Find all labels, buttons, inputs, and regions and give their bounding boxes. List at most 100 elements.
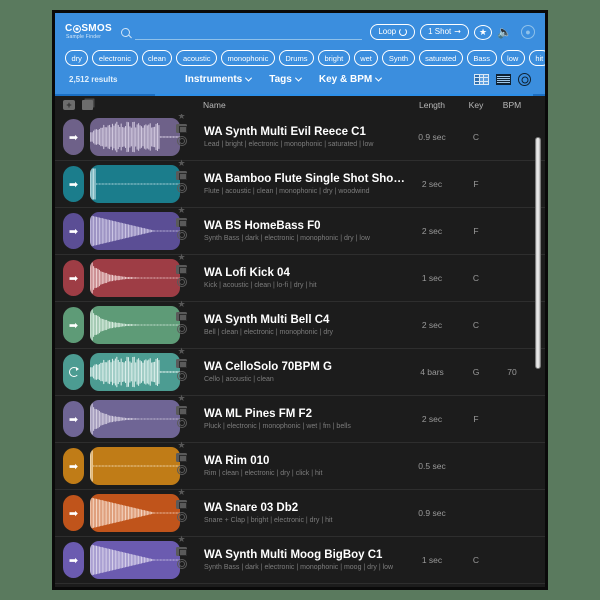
- pack-icon[interactable]: [176, 547, 187, 556]
- favorites-filter-button[interactable]: ★: [474, 25, 492, 40]
- table-row[interactable]: ➡★WA Synth Multi Moog BigBoy C1Synth Bas…: [55, 537, 545, 584]
- table-row[interactable]: ➡★WA Snare 03 Db2Snare + Clap | bright |…: [55, 490, 545, 537]
- table-row[interactable]: ➡★WA Lofi Kick 04Kick | acoustic | clean…: [55, 255, 545, 302]
- waveform-preview[interactable]: [90, 494, 180, 532]
- pack-icon[interactable]: [176, 500, 187, 509]
- waveform-preview[interactable]: [90, 306, 180, 344]
- play-button[interactable]: ➡: [63, 213, 84, 249]
- favorite-star-icon[interactable]: ★: [177, 441, 185, 450]
- dropdown-instruments[interactable]: Instruments: [185, 74, 251, 85]
- add-to-collection-icon[interactable]: [63, 100, 75, 110]
- waveform-preview[interactable]: [90, 400, 180, 438]
- find-similar-icon[interactable]: [177, 230, 187, 240]
- table-row[interactable]: ➡★WA Synth Multi Bell C4Bell | clean | e…: [55, 302, 545, 349]
- sample-title[interactable]: WA Rim 010: [190, 454, 405, 468]
- waveform-preview[interactable]: [90, 259, 180, 297]
- tag-pill[interactable]: clean: [142, 50, 173, 66]
- table-row[interactable]: ➡★WA Synth Multi Evil Reece C1Lead | bri…: [55, 114, 545, 161]
- sample-title[interactable]: WA Synth Multi Evil Reece C1: [190, 125, 405, 139]
- play-button[interactable]: ➡: [63, 542, 84, 578]
- tag-pill[interactable]: electronic: [92, 50, 137, 66]
- waveform-preview[interactable]: [90, 541, 180, 579]
- search-bar[interactable]: [113, 25, 370, 40]
- find-similar-icon[interactable]: [177, 418, 187, 428]
- tag-pill[interactable]: monophonic: [221, 50, 275, 66]
- tag-pill[interactable]: hit: [529, 50, 548, 66]
- volume-icon[interactable]: 🔈: [497, 26, 512, 38]
- column-header-length[interactable]: Length: [405, 100, 459, 110]
- pack-icon[interactable]: [176, 171, 187, 180]
- scrollbar-thumb[interactable]: [535, 137, 541, 369]
- tag-pill[interactable]: wet: [354, 50, 379, 66]
- duplicate-icon[interactable]: [82, 100, 93, 110]
- column-header-bpm[interactable]: BPM: [493, 100, 531, 110]
- find-similar-icon[interactable]: [177, 136, 187, 146]
- table-row[interactable]: ➡★WA ML Pines FM F2Pluck | electronic | …: [55, 396, 545, 443]
- sample-title[interactable]: WA Lofi Kick 04: [190, 266, 405, 280]
- play-button[interactable]: ➡: [63, 495, 84, 531]
- loop-filter-button[interactable]: Loop: [370, 24, 415, 40]
- favorite-star-icon[interactable]: ★: [177, 347, 185, 356]
- favorite-star-icon[interactable]: ★: [177, 394, 185, 403]
- find-similar-icon[interactable]: [177, 277, 187, 287]
- list-view-icon[interactable]: [496, 74, 511, 85]
- find-similar-icon[interactable]: [177, 324, 187, 334]
- tag-pill[interactable]: acoustic: [176, 50, 217, 66]
- table-row[interactable]: ★WA CelloSolo 70BPM GCello | acoustic | …: [55, 349, 545, 396]
- pack-icon[interactable]: [176, 453, 187, 462]
- waveform-preview[interactable]: [90, 353, 180, 391]
- play-button[interactable]: ➡: [63, 119, 84, 155]
- favorite-star-icon[interactable]: ★: [177, 535, 185, 544]
- play-button[interactable]: ➡: [63, 260, 84, 296]
- pack-icon[interactable]: [176, 124, 187, 133]
- favorite-star-icon[interactable]: ★: [177, 114, 185, 121]
- favorite-star-icon[interactable]: ★: [177, 206, 185, 215]
- sample-title[interactable]: WA ML Pines FM F2: [190, 407, 405, 421]
- play-button[interactable]: ➡: [63, 307, 84, 343]
- sample-title[interactable]: WA Synth Multi Moog BigBoy C1: [190, 548, 405, 562]
- dropdown-key-bpm[interactable]: Key & BPM: [319, 74, 381, 85]
- waveform-preview[interactable]: [90, 212, 180, 250]
- column-header-name[interactable]: Name: [155, 100, 405, 110]
- grid-view-icon[interactable]: [474, 74, 489, 85]
- pack-icon[interactable]: [176, 312, 187, 321]
- find-similar-icon[interactable]: [177, 465, 187, 475]
- sample-title[interactable]: WA Snare 03 Db2: [190, 501, 405, 515]
- loop-play-button[interactable]: [63, 354, 84, 390]
- table-row[interactable]: ➡★WA Rim 010Rim | clean | electronic | d…: [55, 443, 545, 490]
- tag-pill[interactable]: bright: [318, 50, 350, 66]
- oneshot-filter-button[interactable]: 1 Shot ➞: [420, 24, 469, 40]
- table-row[interactable]: ➡ ★ WA Bamboo Flute Single Shot Short Note…: [55, 161, 545, 208]
- table-row[interactable]: ➡★WA BS HomeBass F0Synth Bass | dark | e…: [55, 208, 545, 255]
- sample-title[interactable]: WA Synth Multi Bell C4: [190, 313, 405, 327]
- pack-icon[interactable]: [176, 265, 187, 274]
- waveform-preview[interactable]: [90, 118, 180, 156]
- search-input[interactable]: [135, 25, 362, 40]
- user-avatar[interactable]: ●: [521, 25, 535, 39]
- pack-icon[interactable]: [176, 406, 187, 415]
- play-button[interactable]: ➡: [63, 166, 84, 202]
- tag-pill[interactable]: Bass: [467, 50, 497, 66]
- play-button[interactable]: ➡: [63, 401, 84, 437]
- tag-pill[interactable]: dry: [65, 50, 88, 66]
- favorite-star-icon[interactable]: ★: [177, 300, 185, 309]
- find-similar-icon[interactable]: [177, 559, 187, 569]
- sample-title[interactable]: WA Bamboo Flute Single Shot Short Note F: [190, 172, 405, 186]
- sample-title[interactable]: WA BS HomeBass F0: [190, 219, 405, 233]
- find-similar-icon[interactable]: [177, 371, 187, 381]
- pack-icon[interactable]: [176, 218, 187, 227]
- dropdown-tags[interactable]: Tags: [269, 74, 301, 85]
- favorite-star-icon[interactable]: ★: [177, 488, 185, 497]
- favorite-star-icon[interactable]: ★: [177, 253, 185, 262]
- tag-pill[interactable]: Synth: [382, 50, 414, 66]
- similarity-globe-icon[interactable]: [518, 73, 531, 86]
- sample-title[interactable]: WA CelloSolo 70BPM G: [190, 360, 405, 374]
- find-similar-icon[interactable]: [177, 512, 187, 522]
- waveform-preview[interactable]: [90, 447, 180, 485]
- favorite-star-icon[interactable]: ★: [177, 159, 185, 168]
- tag-pill[interactable]: low: [501, 50, 525, 66]
- tag-pill[interactable]: saturated: [419, 50, 463, 66]
- pack-icon[interactable]: [176, 359, 187, 368]
- list-scrollbar[interactable]: [535, 117, 541, 587]
- tag-pill[interactable]: Drums: [279, 50, 314, 66]
